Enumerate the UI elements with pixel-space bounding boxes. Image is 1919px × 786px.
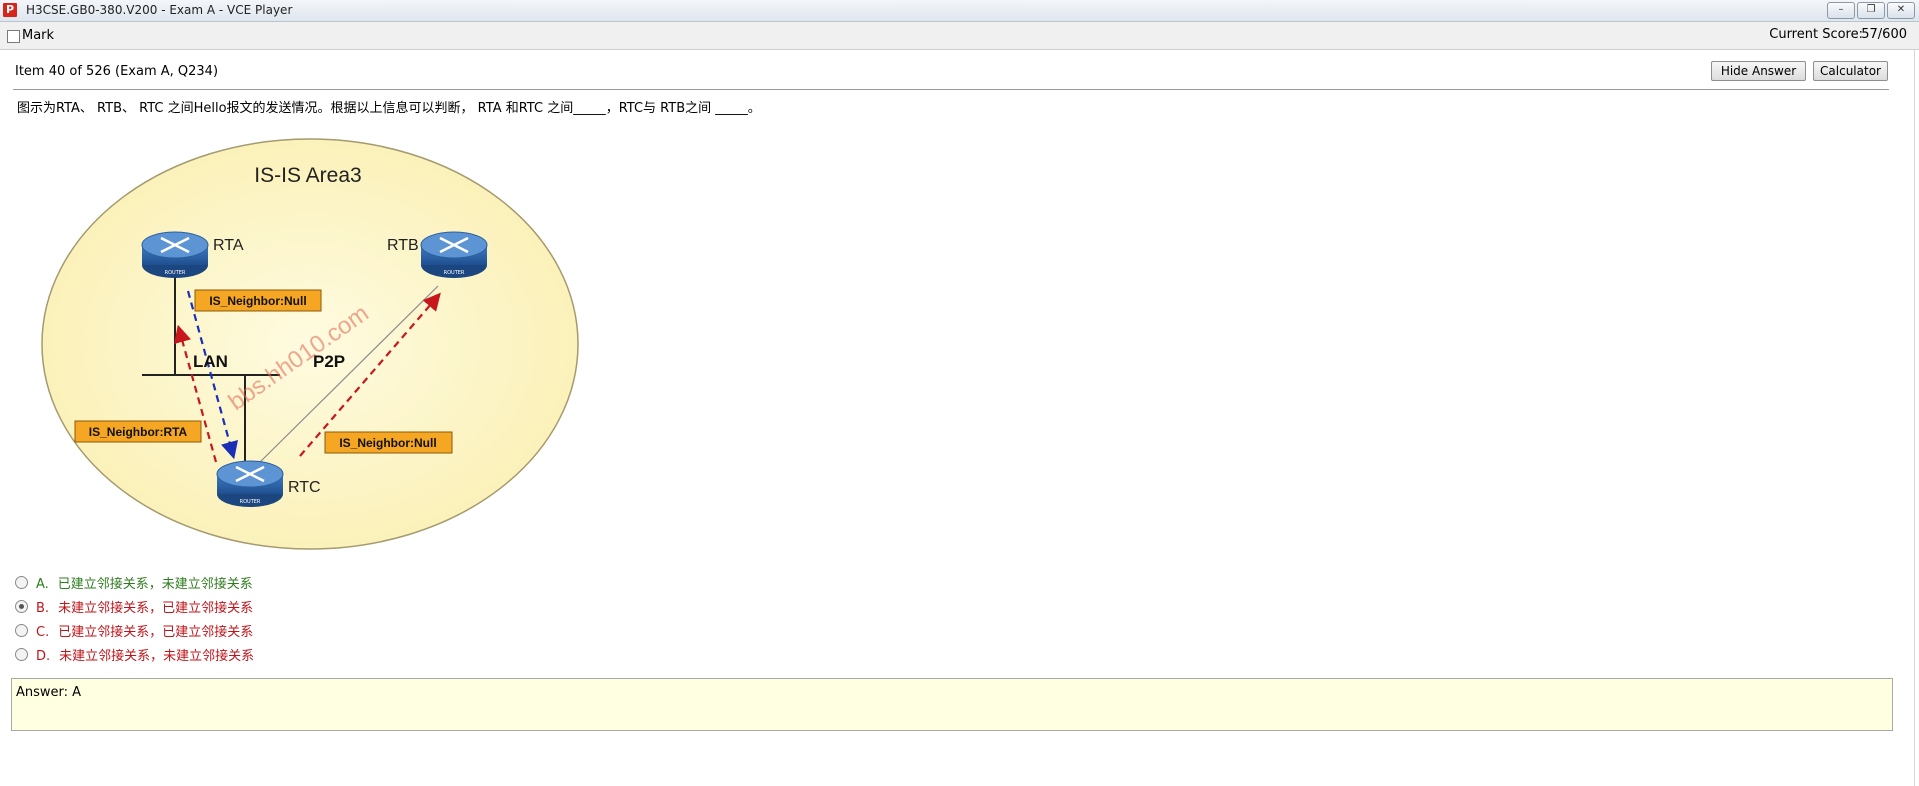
option-d-text: 未建立邻接关系，未建立邻接关系 — [59, 649, 255, 664]
divider — [13, 89, 1889, 90]
router-caption: ROUTER — [165, 270, 186, 276]
router-rtc: ROUTER — [216, 460, 284, 507]
option-c-letter: C. — [36, 625, 50, 640]
option-d[interactable]: D. 未建立邻接关系，未建立邻接关系 — [15, 645, 254, 664]
question-text: 图示为RTA、 RTB、 RTC 之间Hello报文的发送情况。根据以上信息可以… — [17, 101, 761, 116]
window-title: H3CSE.GB0-380.V200 - Exam A - VCE Player — [26, 3, 293, 17]
hide-answer-button[interactable]: Hide Answer — [1711, 61, 1806, 81]
router-label-rtc: RTC — [288, 479, 321, 496]
option-d-letter: D. — [36, 649, 51, 664]
network-diagram: IS-IS Area3 ROUTER ROUTER ROUTER RTA RTB… — [41, 138, 579, 550]
option-a-radio[interactable] — [15, 576, 28, 589]
item-info: Item 40 of 526 (Exam A, Q234) — [15, 64, 219, 79]
option-b-radio[interactable] — [15, 600, 28, 613]
option-c[interactable]: C. 已建立邻接关系，已建立邻接关系 — [15, 621, 253, 640]
close-button[interactable]: ✕ — [1887, 2, 1915, 19]
mark-bar: Mark Current Score: 57/600 — [0, 22, 1919, 50]
scrollbar-track[interactable] — [1914, 50, 1915, 786]
neighbor-tag-rtc-p2p-text: IS_Neighbor:Null — [339, 436, 436, 450]
calculator-button[interactable]: Calculator — [1813, 61, 1888, 81]
score-label: Current Score: — [1769, 27, 1863, 42]
app-icon: P — [3, 3, 17, 17]
lan-label: LAN — [193, 352, 228, 371]
title-bar: P H3CSE.GB0-380.V200 - Exam A - VCE Play… — [0, 0, 1919, 22]
neighbor-tag-rtc-lan-text: IS_Neighbor:RTA — [89, 425, 188, 439]
router-caption: ROUTER — [240, 499, 261, 505]
option-b-text: 未建立邻接关系，已建立邻接关系 — [58, 601, 254, 616]
router-rtb: ROUTER — [420, 231, 488, 278]
mark-checkbox[interactable] — [7, 30, 20, 43]
window-controls: – ❐ ✕ — [1827, 2, 1915, 19]
option-a-letter: A. — [36, 577, 49, 592]
option-c-radio[interactable] — [15, 624, 28, 637]
answer-box: Answer: A — [11, 678, 1893, 731]
minimize-button[interactable]: – — [1827, 2, 1855, 19]
area-title: IS-IS Area3 — [254, 164, 361, 187]
answer-text: Answer: A — [16, 685, 82, 700]
option-a[interactable]: A. 已建立邻接关系，未建立邻接关系 — [15, 573, 253, 592]
option-c-text: 已建立邻接关系，已建立邻接关系 — [58, 625, 254, 640]
router-label-rta: RTA — [213, 237, 244, 254]
mark-label[interactable]: Mark — [22, 28, 54, 43]
router-caption: ROUTER — [444, 270, 465, 276]
option-b[interactable]: B. 未建立邻接关系，已建立邻接关系 — [15, 597, 253, 616]
restore-button[interactable]: ❐ — [1857, 2, 1885, 19]
option-a-text: 已建立邻接关系，未建立邻接关系 — [57, 577, 253, 592]
router-rta: ROUTER — [141, 231, 209, 278]
router-label-rtb: RTB — [387, 237, 419, 254]
option-b-letter: B. — [36, 601, 50, 616]
option-d-radio[interactable] — [15, 648, 28, 661]
neighbor-tag-rta-text: IS_Neighbor:Null — [209, 294, 306, 308]
score-value: 57/600 — [1861, 27, 1907, 42]
